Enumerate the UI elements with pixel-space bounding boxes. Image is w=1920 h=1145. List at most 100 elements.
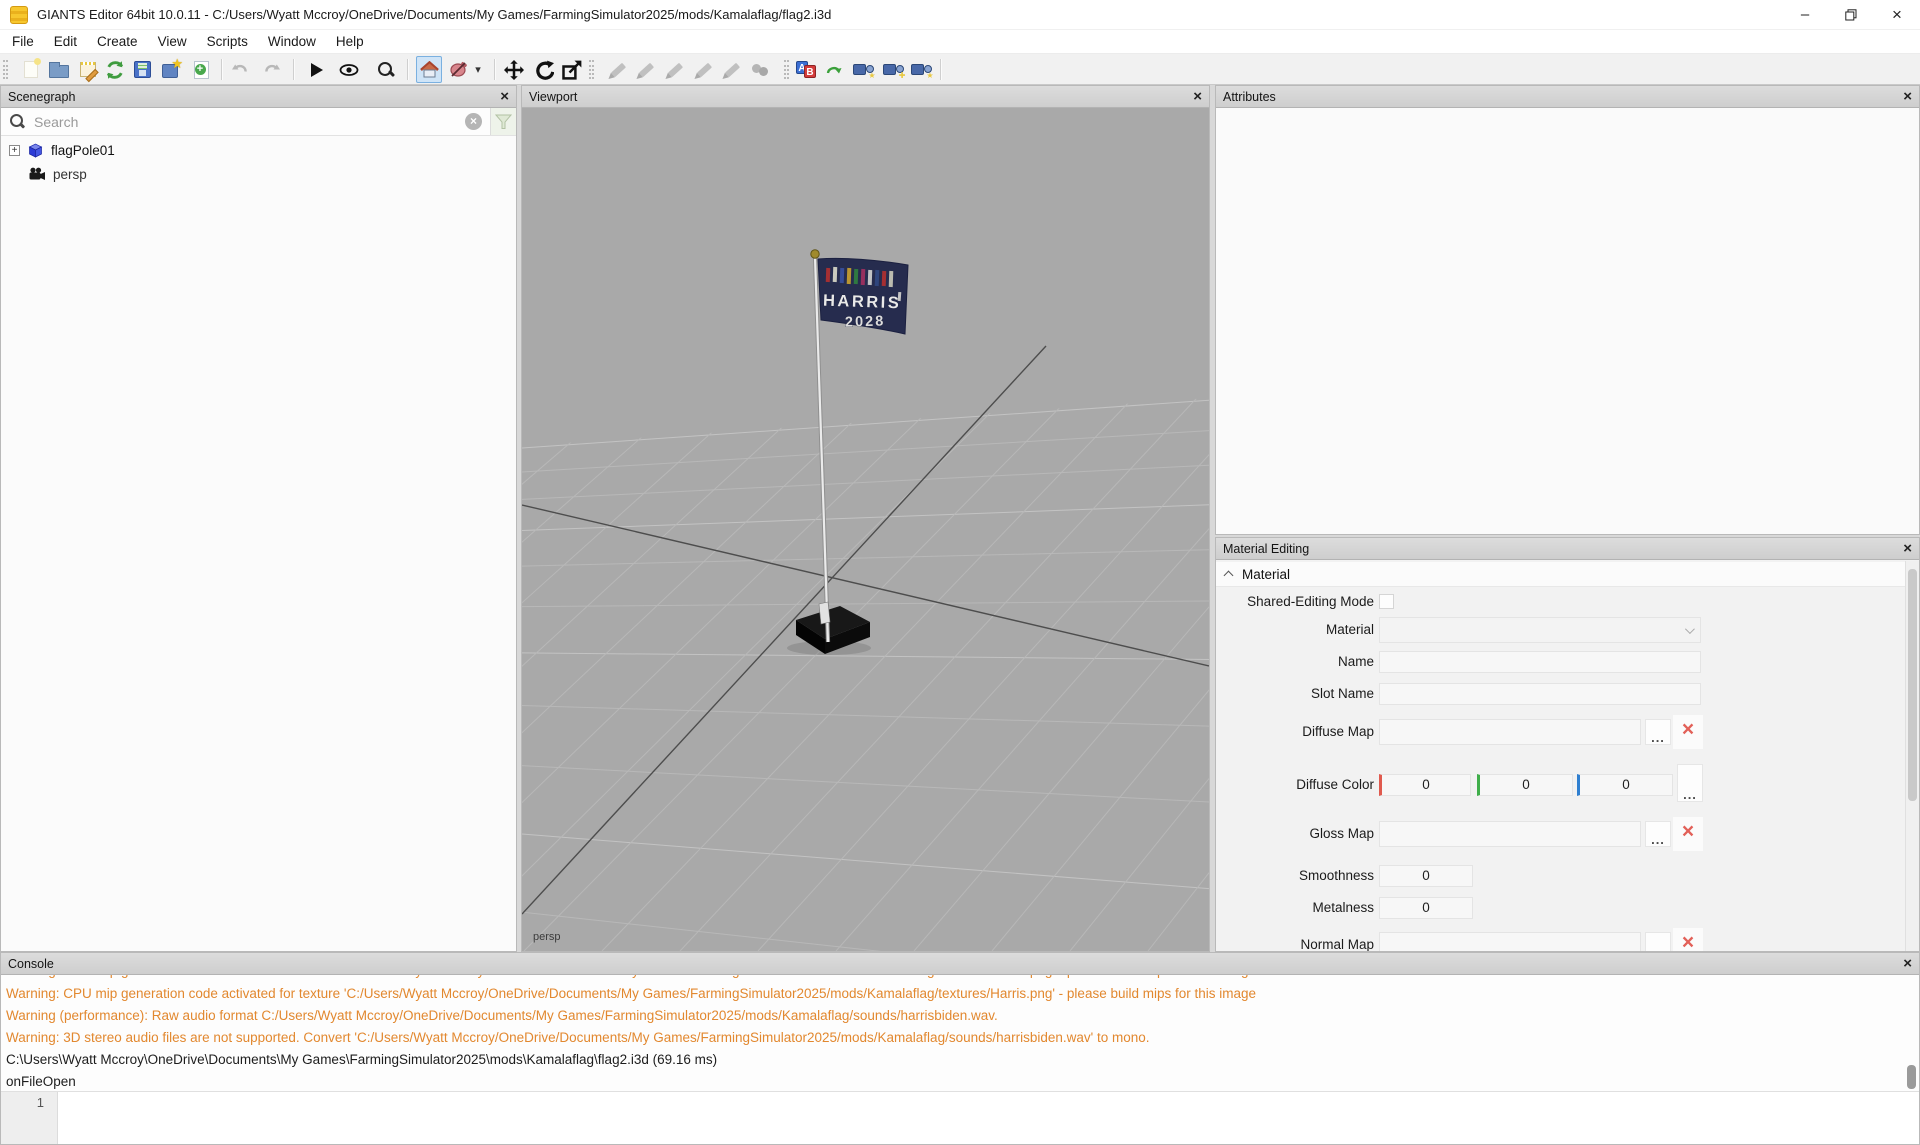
refresh-scripts-icon[interactable] [821, 56, 847, 83]
shared-editing-mode-label: Shared-Editing Mode [1216, 589, 1374, 615]
navigation-home-icon[interactable] [416, 56, 442, 83]
scenegraph-panel: Scenegraph × × + flagPole01 persp [0, 85, 517, 952]
material-scrollbar-thumb[interactable] [1908, 569, 1917, 801]
window-title: GIANTS Editor 64bit 10.0.11 - C:/Users/W… [37, 7, 831, 22]
attributes-title: Attributes [1223, 90, 1276, 104]
terrain-foliage-icon[interactable] [747, 56, 773, 83]
import-icon[interactable]: ★ [157, 56, 183, 83]
diffuse-color-r-field[interactable]: 0 [1379, 774, 1471, 796]
move-icon[interactable] [501, 56, 527, 83]
shared-editing-mode-row: Shared-Editing Mode [1216, 589, 1919, 615]
metalness-label: Metalness [1216, 895, 1374, 921]
diffuse-color-g-field[interactable]: 0 [1477, 774, 1573, 796]
diffuse-map-field[interactable] [1379, 719, 1641, 745]
console-script-area[interactable]: 1 [1, 1091, 1919, 1144]
menu-scripts[interactable]: Scripts [197, 30, 258, 54]
toolbar-grip[interactable] [3, 60, 8, 79]
redo-icon[interactable] [259, 56, 285, 83]
filter-button[interactable] [490, 108, 516, 135]
menu-file[interactable]: File [0, 30, 44, 54]
menu-help[interactable]: Help [326, 30, 374, 54]
tree-row-flagpole[interactable]: + flagPole01 [9, 138, 115, 162]
slot-name-field[interactable] [1379, 683, 1701, 705]
camera-tool-a-icon[interactable]: ★ [850, 56, 876, 83]
undo-icon[interactable] [227, 56, 253, 83]
menu-create[interactable]: Create [87, 30, 148, 54]
terrain-tool-1-icon[interactable] [605, 56, 631, 83]
line-number: 1 [37, 1095, 44, 1110]
material-label: Material [1216, 617, 1374, 643]
viewport-3d-view[interactable]: HARRIS 2028 persp [522, 108, 1209, 951]
camera-tool-b-icon[interactable]: ✚ [880, 56, 906, 83]
attributes-header: Attributes × [1216, 86, 1919, 108]
search-input[interactable] [34, 114, 465, 130]
scenegraph-close-icon[interactable]: × [500, 87, 509, 107]
toolbar-grip[interactable] [589, 60, 594, 79]
paint-mode-icon[interactable] [446, 56, 472, 83]
material-row: Material [1216, 617, 1919, 643]
material-scrollbar[interactable] [1905, 561, 1919, 951]
menu-view[interactable]: View [148, 30, 197, 54]
save-icon[interactable] [129, 56, 155, 83]
world-z-axis [522, 346, 1046, 914]
smoothness-field[interactable]: 0 [1379, 865, 1473, 887]
add-document-icon[interactable] [188, 56, 214, 83]
reload-icon[interactable] [102, 56, 128, 83]
console-scrollbar-thumb[interactable] [1907, 1065, 1916, 1089]
diffuse-map-label: Diffuse Map [1216, 719, 1374, 745]
tree-row-persp[interactable]: persp [28, 162, 87, 186]
locale-ab-icon[interactable]: AB [793, 56, 819, 83]
gloss-map-browse-button[interactable]: ... [1645, 821, 1671, 847]
console-close-icon[interactable]: × [1903, 954, 1912, 974]
terrain-tool-5-icon[interactable] [719, 56, 745, 83]
console-scrollbar[interactable] [1905, 975, 1919, 1093]
viewport-close-icon[interactable]: × [1193, 87, 1202, 107]
toolbar-grip[interactable] [784, 60, 789, 79]
gloss-map-clear-icon[interactable]: × [1673, 817, 1703, 851]
normal-map-clear-icon[interactable]: × [1673, 928, 1703, 952]
camera-tool-c-icon[interactable]: ★ [908, 56, 934, 83]
name-field[interactable] [1379, 651, 1701, 673]
clear-search-icon[interactable]: × [465, 113, 482, 130]
material-editing-header: Material Editing × [1216, 538, 1919, 560]
diffuse-color-picker-button[interactable]: ... [1677, 764, 1703, 802]
close-button[interactable]: × [1874, 0, 1920, 30]
metalness-field[interactable]: 0 [1379, 897, 1473, 919]
terrain-tool-2-icon[interactable] [633, 56, 659, 83]
scenegraph-search-row: × [1, 108, 516, 136]
terrain-tool-4-icon[interactable] [691, 56, 717, 83]
shared-editing-mode-checkbox[interactable] [1379, 594, 1394, 609]
play-icon[interactable] [304, 56, 330, 83]
terrain-tool-3-icon[interactable] [662, 56, 688, 83]
flag-text-line1: HARRIS [823, 292, 902, 313]
visibility-icon[interactable] [336, 56, 362, 83]
console-title: Console [8, 957, 54, 971]
paint-mode-dropdown-icon[interactable]: ▾ [471, 56, 485, 83]
menu-window[interactable]: Window [258, 30, 326, 54]
new-file-icon[interactable] [18, 56, 44, 83]
zoom-tool-icon[interactable] [373, 56, 399, 83]
rotate-icon[interactable] [531, 56, 557, 83]
material-editing-close-icon[interactable]: × [1903, 539, 1912, 559]
diffuse-map-browse-button[interactable]: ... [1645, 719, 1671, 745]
normal-map-browse-button[interactable]: ... [1645, 932, 1671, 952]
scale-icon[interactable] [559, 56, 585, 83]
menu-edit[interactable]: Edit [44, 30, 87, 54]
minimize-button[interactable]: – [1782, 0, 1828, 30]
edit-notes-icon[interactable] [75, 56, 101, 83]
slot-name-label: Slot Name [1216, 681, 1374, 707]
diffuse-map-clear-icon[interactable]: × [1673, 715, 1703, 749]
expand-icon[interactable]: + [9, 145, 20, 156]
attributes-close-icon[interactable]: × [1903, 87, 1912, 107]
material-dropdown[interactable] [1379, 617, 1701, 643]
diffuse-color-b-field[interactable]: 0 [1577, 774, 1673, 796]
normal-map-field[interactable] [1379, 932, 1641, 952]
restore-button[interactable] [1828, 0, 1874, 30]
material-section-header[interactable]: Material [1216, 562, 1907, 587]
console-line: Warning: CPU mip generation code activat… [6, 983, 1899, 1005]
viewport-scene: HARRIS 2028 [522, 108, 1209, 951]
gloss-map-field[interactable] [1379, 821, 1641, 847]
chevron-down-icon [1685, 624, 1695, 634]
open-folder-icon[interactable] [46, 56, 72, 83]
toolbar-separator [494, 59, 496, 80]
